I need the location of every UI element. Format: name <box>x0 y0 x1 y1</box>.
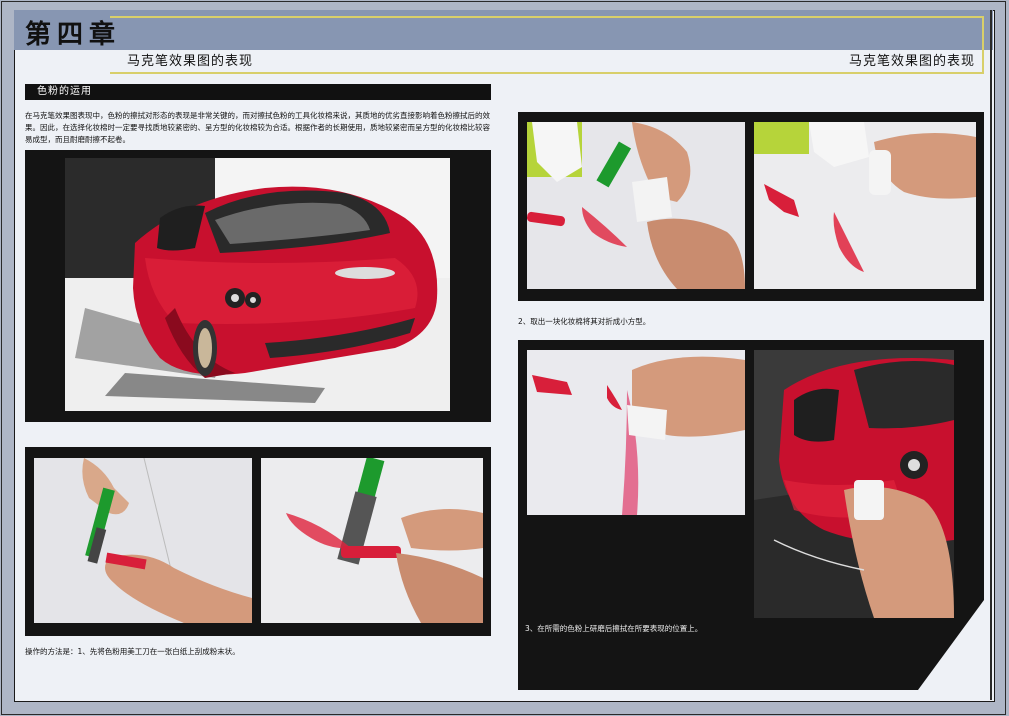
step1-panel <box>25 447 491 636</box>
step2-caption: 2、取出一块化妆棉将其对折成小方型。 <box>518 317 651 326</box>
subtitle-right: 马克笔效果图的表现 <box>848 54 975 69</box>
step2-photo-right <box>754 122 976 289</box>
step3-photo-right <box>754 350 954 618</box>
step2-panel <box>518 112 984 301</box>
car-sketch-panel <box>25 150 491 422</box>
section-title: 色粉的运用 <box>25 84 491 100</box>
car-sketch-image <box>65 158 450 411</box>
step1-photo-left <box>34 458 252 623</box>
panel-corner-cut <box>918 600 984 690</box>
step2-photo-left <box>527 122 745 289</box>
subtitle-left: 马克笔效果图的表现 <box>127 54 254 69</box>
intro-paragraph: 在马克笔效果图表现中，色粉的擦拭对形态的表现是非常关键的，而对擦拭色粉的工具化妆… <box>25 111 490 144</box>
right-border-rule <box>990 10 992 700</box>
step3-caption: 3、在所需的色粉上研磨后擦拭在所要表现的位置上。 <box>525 624 703 633</box>
step3-photo-left <box>527 350 745 515</box>
step3-panel: 3、在所需的色粉上研磨后擦拭在所要表现的位置上。 <box>518 340 984 690</box>
chapter-title: 第四章 <box>25 20 122 50</box>
step1-caption: 操作的方法是：1、先将色粉用美工刀在一张白纸上刮成粉末状。 <box>25 647 240 656</box>
step1-photo-right <box>261 458 483 623</box>
